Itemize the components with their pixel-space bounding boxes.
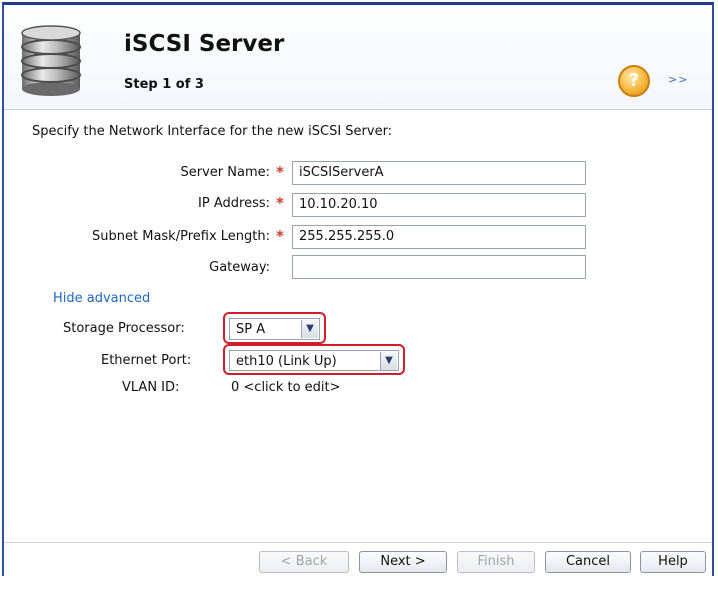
- subnet-mask-label: Subnet Mask/Prefix Length:: [92, 229, 270, 244]
- ip-address-label: IP Address:: [198, 196, 270, 211]
- back-button[interactable]: < Back: [259, 551, 349, 573]
- help-icon[interactable]: ?: [618, 65, 650, 97]
- subnet-mask-input[interactable]: 255.255.255.0: [292, 225, 586, 249]
- cancel-button[interactable]: Cancel: [545, 551, 631, 573]
- required-marker: *: [276, 227, 284, 245]
- ip-address-input[interactable]: 10.10.20.10: [292, 193, 586, 217]
- gateway-input[interactable]: [292, 255, 586, 279]
- ethernet-port-value: eth10 (Link Up): [236, 354, 337, 369]
- finish-button[interactable]: Finish: [457, 551, 535, 573]
- chevron-down-icon[interactable]: ▼: [380, 352, 397, 370]
- help-button[interactable]: Help: [640, 551, 706, 573]
- storage-processor-label: Storage Processor:: [63, 321, 185, 336]
- step-indicator: Step 1 of 3: [124, 77, 204, 92]
- required-marker: *: [276, 194, 284, 212]
- wizard-title: iSCSI Server: [124, 31, 285, 57]
- storage-processor-select[interactable]: SP A ▼: [229, 318, 320, 340]
- database-icon: [21, 25, 81, 96]
- server-name-input[interactable]: iSCSIServerA: [292, 161, 586, 185]
- wizard-header: iSCSI Server Step 1 of 3 ? >>: [4, 5, 712, 110]
- required-marker: *: [276, 163, 284, 181]
- ethernet-port-select[interactable]: eth10 (Link Up) ▼: [229, 350, 399, 371]
- wizard-window: iSCSI Server Step 1 of 3 ? >> Specify th…: [2, 2, 714, 577]
- wizard-footer: < Back Next > Finish Cancel Help: [4, 542, 712, 577]
- storage-processor-highlight: SP A ▼: [223, 312, 326, 344]
- chevron-down-icon[interactable]: ▼: [301, 320, 318, 338]
- hide-advanced-link[interactable]: Hide advanced: [53, 291, 150, 306]
- instruction-text: Specify the Network Interface for the ne…: [32, 124, 393, 139]
- vlan-id-label: VLAN ID:: [122, 380, 180, 395]
- expand-arrows-icon[interactable]: >>: [668, 73, 688, 86]
- storage-processor-value: SP A: [236, 322, 266, 337]
- gateway-label: Gateway:: [209, 260, 270, 275]
- ethernet-port-label: Ethernet Port:: [101, 353, 192, 368]
- next-button[interactable]: Next >: [359, 551, 447, 573]
- server-name-label: Server Name:: [180, 165, 271, 180]
- vlan-id-value[interactable]: 0 <click to edit>: [231, 380, 341, 395]
- ethernet-port-highlight: eth10 (Link Up) ▼: [223, 344, 405, 375]
